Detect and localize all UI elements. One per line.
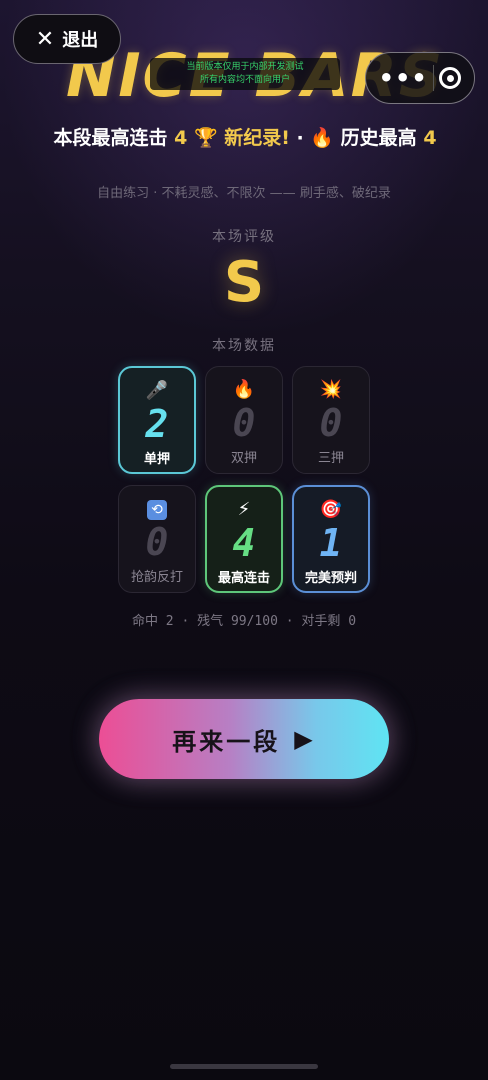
stat-value: 2 bbox=[145, 402, 169, 446]
stat-value: 1 bbox=[319, 521, 343, 565]
repeat-icon: ⟲ bbox=[147, 500, 167, 520]
stat-label: 抢韵反打 bbox=[130, 570, 183, 585]
new-record-label: 新纪录! bbox=[224, 127, 290, 149]
stat-label: 三押 bbox=[317, 451, 344, 466]
stat-card-counter-rhyme: ⟲ 0 抢韵反打 bbox=[118, 485, 196, 593]
dev-notice-line1: 当前版本仅用于内部开发测试 bbox=[186, 62, 304, 72]
play-icon: ▶ bbox=[294, 725, 316, 753]
stat-card-double-rhyme: 🔥 0 双押 bbox=[205, 366, 283, 474]
opponents-label: 对手剩 bbox=[301, 614, 341, 629]
microphone-icon: 🎤 bbox=[145, 380, 169, 401]
exit-button[interactable]: ✕ 退出 bbox=[13, 14, 121, 64]
trophy-icon: 🏆 bbox=[193, 127, 218, 149]
play-again-button[interactable]: 再来一段 ▶ bbox=[99, 699, 389, 779]
close-target-icon[interactable] bbox=[439, 67, 462, 89]
play-again-label: 再来一段 bbox=[172, 727, 281, 756]
hits-value: 2 bbox=[165, 614, 174, 629]
stat-value: 0 bbox=[232, 401, 256, 445]
explosion-icon: 💥 bbox=[319, 379, 343, 400]
stat-card-triple-rhyme: 💥 0 三押 bbox=[292, 366, 370, 474]
fire-icon: 🔥 bbox=[232, 379, 256, 400]
capsule-divider bbox=[433, 65, 434, 91]
best-combo-value: 4 bbox=[174, 127, 188, 149]
opponents-value: 0 bbox=[348, 614, 357, 629]
record-separator: · bbox=[296, 127, 311, 149]
summary-dot: · bbox=[285, 614, 302, 629]
mini-program-capsule: ••• bbox=[365, 52, 475, 104]
dev-notice-line2: 所有内容均不面向用户 bbox=[199, 75, 290, 85]
record-prefix: 本段最高连击 bbox=[53, 127, 168, 149]
stat-label: 最高连击 bbox=[217, 571, 270, 586]
stat-value: 0 bbox=[319, 401, 343, 445]
hp-value: 99/100 bbox=[230, 614, 278, 629]
lightning-icon: ⚡ bbox=[237, 499, 251, 520]
more-icon[interactable]: ••• bbox=[379, 64, 428, 92]
close-icon: ✕ bbox=[35, 26, 55, 52]
history-label: 历史最高 bbox=[340, 127, 417, 149]
rating-label: 本场评级 bbox=[212, 229, 276, 245]
dev-notice: 当前版本仅用于内部开发测试 所有内容均不面向用户 bbox=[150, 58, 340, 90]
repeat-icon-wrap: ⟲ bbox=[147, 498, 167, 520]
stat-label: 单押 bbox=[143, 452, 170, 467]
stat-label: 双押 bbox=[230, 451, 257, 466]
stat-value: 0 bbox=[145, 520, 169, 564]
hp-label: 残气 bbox=[197, 614, 224, 629]
target-icon: 🎯 bbox=[319, 499, 343, 520]
stat-card-single-rhyme: 🎤 2 单押 bbox=[118, 366, 196, 474]
history-best-value: 4 bbox=[423, 127, 437, 149]
mode-subtitle: 自由练习 · 不耗灵感、不限次 —— 刷手感、破纪录 bbox=[97, 186, 391, 201]
exit-label: 退出 bbox=[62, 30, 99, 51]
stat-label: 完美预判 bbox=[304, 571, 357, 586]
record-line: 本段最高连击 4 🏆 新纪录! · 🔥 历史最高 4 bbox=[40, 124, 450, 153]
summary-stats: 命中 2 · 残气 99/100 · 对手剩 0 bbox=[0, 610, 488, 629]
rating-grade: S bbox=[223, 250, 265, 315]
stat-card-perfect-predict: 🎯 1 完美预判 bbox=[292, 485, 370, 593]
stat-card-max-combo: ⚡ 4 最高连击 bbox=[205, 485, 283, 593]
fire-icon: 🔥 bbox=[310, 127, 335, 149]
stats-section-label: 本场数据 bbox=[212, 338, 276, 354]
home-indicator bbox=[170, 1064, 318, 1069]
stat-value: 4 bbox=[232, 521, 256, 565]
hits-label: 命中 bbox=[131, 614, 158, 629]
summary-dot: · bbox=[181, 614, 198, 629]
